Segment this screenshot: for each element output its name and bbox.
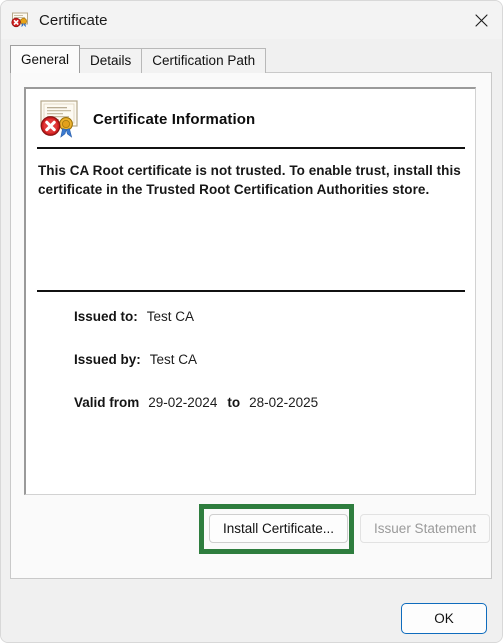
valid-to-separator: to [227, 395, 241, 410]
certificate-info-header: Certificate Information [26, 89, 475, 139]
dialog-footer: OK [1, 589, 502, 642]
header-divider [37, 147, 465, 149]
certificate-dialog: Certificate General Details Certificatio… [0, 0, 503, 643]
action-button-row: Install Certificate... Issuer Statement [209, 514, 491, 543]
valid-from-value: 29-02-2024 [148, 395, 218, 410]
fields-divider [37, 290, 465, 292]
close-icon[interactable] [458, 1, 502, 39]
install-certificate-button[interactable]: Install Certificate... [209, 514, 349, 543]
ok-button[interactable]: OK [401, 603, 487, 634]
tab-strip: General Details Certification Path [10, 45, 494, 73]
issued-by-row: Issued by: Test CA [74, 352, 475, 367]
tab-certification-path[interactable]: Certification Path [141, 48, 267, 73]
title-bar: Certificate [1, 1, 502, 39]
certificate-error-icon [10, 10, 30, 30]
certificate-fields: Issued to: Test CA Issued by: Test CA Va… [26, 309, 475, 410]
window-title: Certificate [39, 11, 108, 29]
certificate-info-title: Certificate Information [93, 110, 256, 128]
issued-by-value: Test CA [149, 352, 198, 367]
certificate-info-panel: Certificate Information This CA Root cer… [24, 87, 476, 495]
certificate-error-icon [37, 99, 81, 139]
issuer-statement-button: Issuer Statement [360, 514, 491, 543]
issued-by-label: Issued by: [74, 352, 141, 367]
issued-to-label: Issued to: [74, 309, 138, 324]
valid-from-label: Valid from [74, 395, 140, 410]
validity-row: Valid from 29-02-2024 to 28-02-2025 [74, 395, 475, 410]
issued-to-row: Issued to: Test CA [74, 309, 475, 324]
issued-to-value: Test CA [146, 309, 195, 324]
tab-general[interactable]: General [10, 45, 81, 73]
tab-details[interactable]: Details [79, 48, 143, 73]
trust-warning-text: This CA Root certificate is not trusted.… [38, 163, 461, 197]
valid-to-value: 28-02-2025 [249, 395, 319, 410]
